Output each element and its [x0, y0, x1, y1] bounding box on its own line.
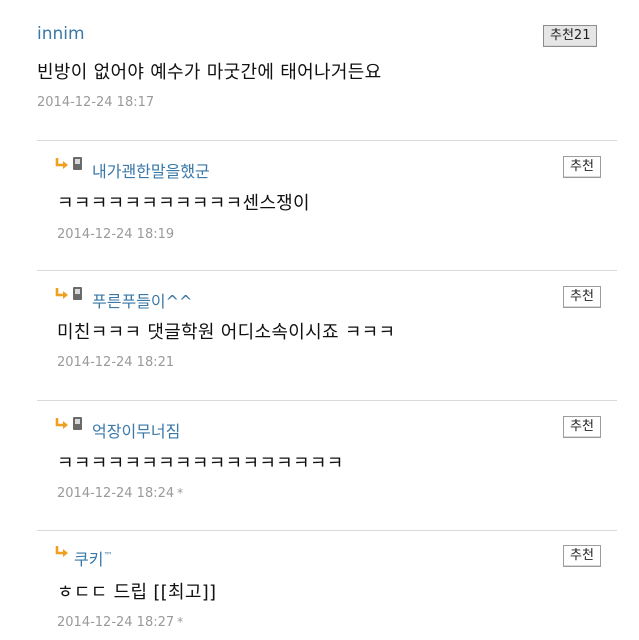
reply-item: 내가괜한말을했군 추천 ㅋㅋㅋㅋㅋㅋㅋㅋㅋㅋㅋ센스쟁이 2014-12-24 1… [0, 141, 639, 270]
reply-item: 쿠키™ 추천 ㅎㄷㄷ 드립 [[최고]] 2014-12-24 18:27 * [0, 531, 639, 640]
comment-text: ㅋㅋㅋㅋㅋㅋㅋㅋㅋㅋㅋ센스쟁이 [57, 193, 310, 214]
reply-item: 억장이무너짐 추천 ㅋㅋㅋㅋㅋㅋㅋㅋㅋㅋㅋㅋㅋㅋㅋㅋㅋ 2014-12-24 1… [0, 401, 639, 530]
comment-nickname[interactable]: 쿠키™ [74, 546, 112, 570]
comment-text: ㅎㄷㄷ 드립 [[최고]] [57, 582, 217, 603]
comment-date: 2014-12-24 18:19 [57, 227, 175, 242]
comment-nickname[interactable]: 내가괜한말을했군 [92, 158, 210, 182]
reply-arrow-icon [55, 158, 68, 169]
comment-text: 빈방이 없어야 예수가 마굿간에 태어나거든요 [37, 62, 382, 83]
comment-nickname[interactable]: 억장이무너짐 [92, 418, 180, 442]
comment-date-text: 2014-12-24 18:24 [57, 486, 175, 501]
comment-date: 2014-12-24 18:27 * [57, 615, 183, 630]
recommend-button[interactable]: 추천 [563, 416, 601, 438]
star-mark: * [177, 486, 184, 500]
recommend-button[interactable]: 추천 [563, 286, 601, 308]
comment-text: 미친ㅋㅋㅋ 댓글학원 어디소속이시죠 ㅋㅋㅋ [57, 322, 396, 343]
comment-item: innim 추천21 빈방이 없어야 예수가 마굿간에 태어나거든요 2014-… [0, 0, 639, 141]
reply-item: 푸른푸들이^^ 추천 미친ㅋㅋㅋ 댓글학원 어디소속이시죠 ㅋㅋㅋ 2014-1… [0, 271, 639, 400]
star-mark: * [177, 615, 184, 629]
comment-date: 2014-12-24 18:17 [37, 95, 155, 110]
comment-date: 2014-12-24 18:24 * [57, 486, 183, 501]
mobile-phone-icon [73, 417, 82, 430]
reply-arrow-icon [55, 418, 68, 429]
comment-nickname[interactable]: innim [37, 24, 85, 44]
reply-arrow-icon [55, 288, 68, 299]
comment-text: ㅋㅋㅋㅋㅋㅋㅋㅋㅋㅋㅋㅋㅋㅋㅋㅋㅋ [57, 453, 344, 474]
recommend-button[interactable]: 추천21 [543, 25, 598, 47]
comment-date: 2014-12-24 18:21 [57, 355, 175, 370]
recommend-button[interactable]: 추천 [563, 156, 601, 178]
comment-nickname[interactable]: 푸른푸들이^^ [92, 288, 192, 312]
mobile-phone-icon [73, 157, 82, 170]
trademark-mark: ™ [103, 551, 113, 562]
comment-nickname-text[interactable]: 쿠키 [74, 550, 103, 569]
comment-date-text: 2014-12-24 18:27 [57, 615, 175, 630]
recommend-button[interactable]: 추천 [563, 545, 601, 567]
mobile-phone-icon [73, 287, 82, 300]
reply-arrow-icon [55, 546, 68, 557]
